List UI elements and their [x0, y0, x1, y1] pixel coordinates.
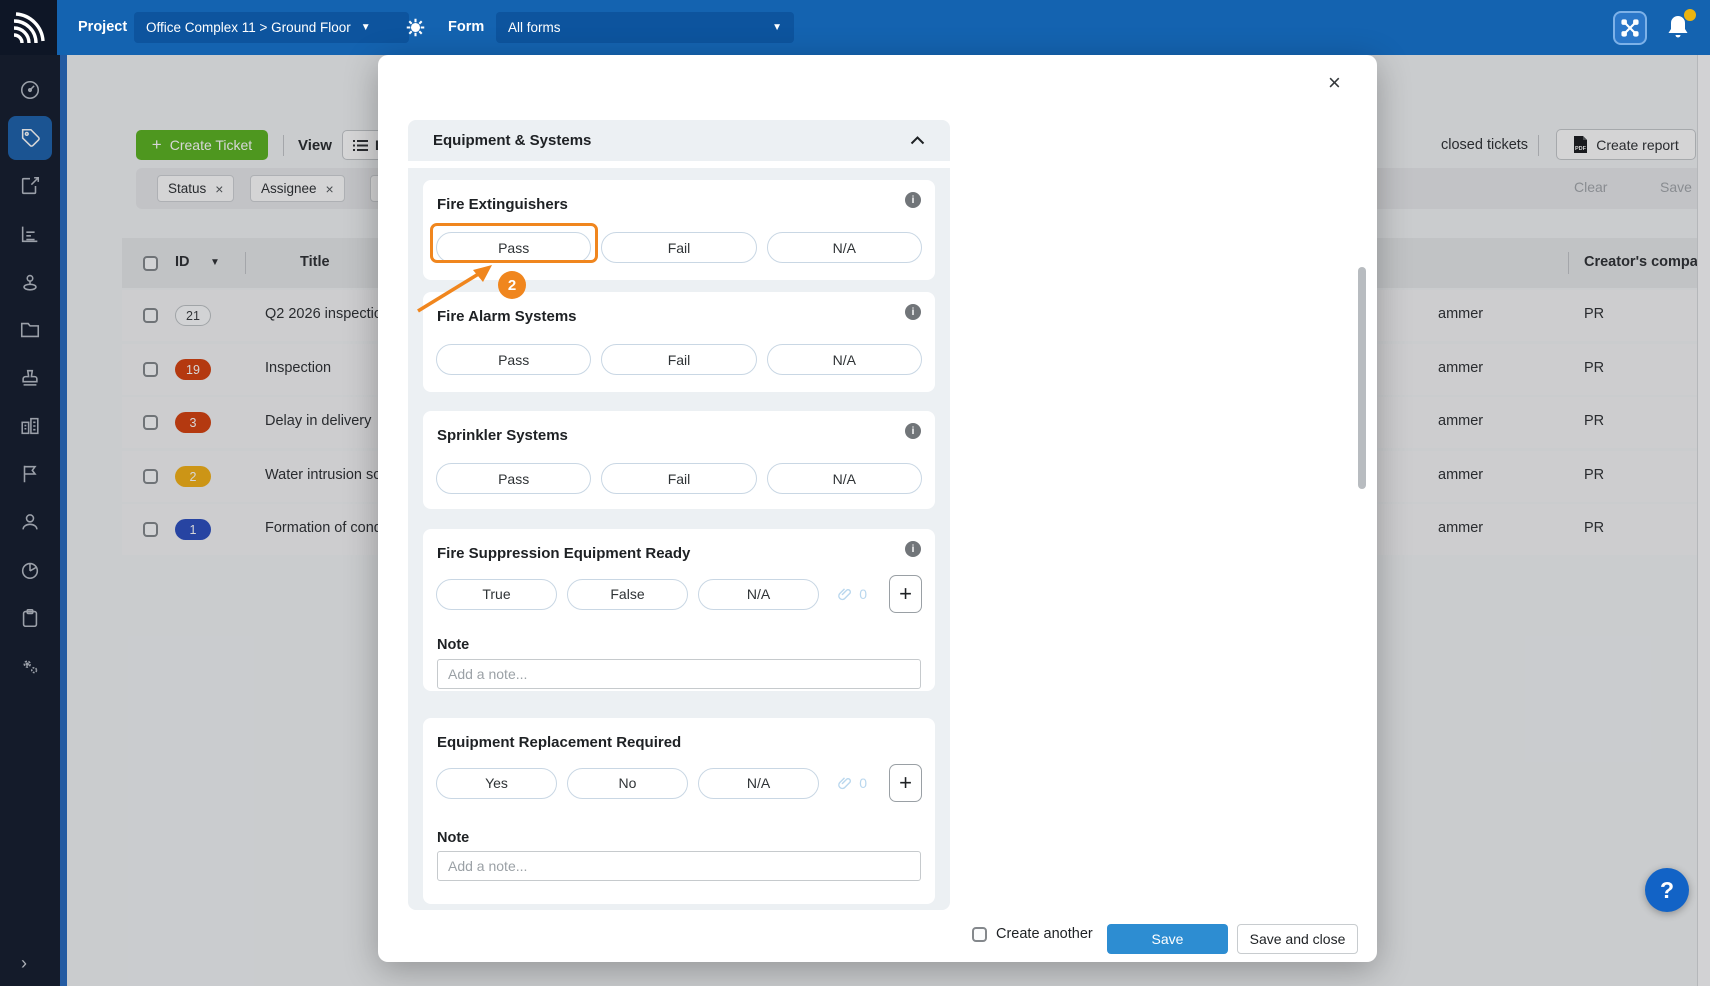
info-icon[interactable]: i [905, 423, 921, 439]
info-icon[interactable]: i [905, 541, 921, 557]
note-input[interactable] [437, 851, 921, 881]
annotation-arrow [405, 258, 515, 320]
top-bar: Project Office Complex 11 > Ground Floor… [0, 0, 1710, 55]
field-card-equipment-replacement-required: Equipment Replacement Required Yes No N/A 0… [423, 718, 935, 904]
info-icon[interactable]: i [905, 304, 921, 320]
app-window: + Create Ticket View List ▼ closed ticke… [0, 0, 1710, 986]
field-card-sprinkler-systems: Sprinkler Systems i Pass Fail N/A [423, 411, 935, 509]
notification-badge [1684, 9, 1696, 21]
field-card-fire-suppression-equipment-ready: Fire Suppression Equipment Ready i True Fal… [423, 529, 935, 691]
note-input[interactable] [437, 659, 921, 689]
section-title: Equipment & Systems [433, 132, 591, 149]
project-dropdown[interactable]: Office Complex 11 > Ground Floor ▼ [134, 12, 409, 43]
attachments-group[interactable]: 0 [836, 775, 867, 792]
attachment-count: 0 [859, 775, 867, 791]
apps-switcher-icon[interactable] [1613, 11, 1647, 45]
option-pill-pass[interactable]: Pass [436, 463, 591, 494]
create-ticket-modal: Equipment & Systems Fire Extinguishers i P… [378, 55, 1377, 962]
attachment-count: 0 [859, 586, 867, 602]
checkbox-icon[interactable] [972, 927, 987, 942]
add-attachment-button[interactable]: + [889, 764, 922, 802]
add-attachment-button[interactable]: + [889, 575, 922, 613]
paperclip-icon [836, 586, 853, 603]
save-button[interactable]: Save [1107, 924, 1228, 954]
option-pill-no[interactable]: No [567, 768, 688, 799]
option-pill-pass[interactable]: Pass [436, 344, 591, 375]
app-logo[interactable] [0, 0, 57, 55]
section-header[interactable]: Equipment & Systems [408, 120, 950, 161]
help-button[interactable]: ? [1645, 868, 1689, 912]
form-dropdown[interactable]: All forms ▼ [496, 12, 794, 43]
option-pill-n-a[interactable]: N/A [767, 232, 922, 263]
close-icon[interactable]: × [1328, 72, 1341, 94]
save-and-close-button[interactable]: Save and close [1237, 924, 1358, 954]
option-pill-n-a[interactable]: N/A [767, 463, 922, 494]
paperclip-icon [836, 775, 853, 792]
field-label: Fire Extinguishers [437, 196, 568, 213]
field-label: Equipment Replacement Required [437, 734, 681, 751]
create-another-checkbox[interactable]: Create another [972, 926, 1093, 942]
annotation-highlight-box [430, 223, 598, 263]
chevron-down-icon: ▼ [772, 22, 782, 33]
option-pill-fail[interactable]: Fail [601, 463, 756, 494]
option-pill-false[interactable]: False [567, 579, 688, 610]
field-label: Sprinkler Systems [437, 427, 568, 444]
option-pill-n-a[interactable]: N/A [698, 579, 819, 610]
settings-gear-icon[interactable] [405, 17, 426, 38]
option-pill-yes[interactable]: Yes [436, 768, 557, 799]
attachments-group[interactable]: 0 [836, 586, 867, 603]
note-label: Note [437, 830, 469, 846]
field-label: Fire Suppression Equipment Ready [437, 545, 690, 562]
info-icon[interactable]: i [905, 192, 921, 208]
option-pill-true[interactable]: True [436, 579, 557, 610]
chevron-down-icon: ▼ [361, 22, 371, 33]
form-label: Form [448, 0, 484, 55]
option-pill-fail[interactable]: Fail [601, 344, 756, 375]
note-label: Note [437, 637, 469, 653]
option-pill-n-a[interactable]: N/A [698, 768, 819, 799]
modal-footer: Create another Save Save and close [378, 920, 1377, 962]
project-label: Project [78, 0, 127, 55]
chevron-up-icon[interactable] [910, 136, 925, 145]
option-pill-fail[interactable]: Fail [601, 232, 756, 263]
option-pill-n-a[interactable]: N/A [767, 344, 922, 375]
modal-scrollbar-thumb[interactable] [1358, 267, 1366, 489]
